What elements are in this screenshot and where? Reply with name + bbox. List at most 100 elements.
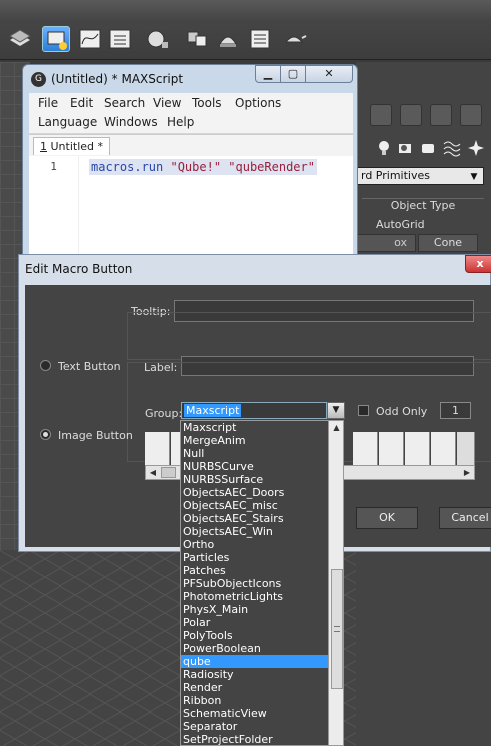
cone-button[interactable]: Cone [418, 234, 478, 252]
ok-button[interactable]: OK [356, 507, 418, 529]
tab-untitled[interactable]: 1 Untitled * [33, 137, 111, 155]
text-button-group [127, 312, 491, 360]
cancel-button[interactable]: Cancel [439, 507, 491, 529]
scroll-thumb[interactable] [331, 569, 343, 689]
object-type-rollout[interactable]: Object Type [362, 198, 484, 214]
group-dropdown[interactable]: Maxscript [181, 402, 327, 419]
dropdown-item[interactable]: Null [181, 447, 328, 460]
material-editor-icon[interactable] [184, 26, 212, 52]
dropdown-item[interactable]: Radiosity [181, 668, 328, 681]
maximize-button[interactable]: ▢ [280, 65, 306, 83]
curve-editor-icon[interactable] [76, 26, 104, 52]
line-number: 1 [29, 156, 79, 265]
menu-options[interactable]: Options [235, 96, 281, 110]
dropdown-item[interactable]: PolyTools [181, 629, 328, 642]
dropdown-item[interactable]: Ribbon [181, 694, 328, 707]
thumbnail-slot[interactable] [145, 432, 170, 465]
display-icon[interactable] [430, 104, 452, 126]
rendered-frame-window-icon[interactable] [246, 26, 274, 52]
menu-language[interactable]: Language [38, 115, 97, 129]
dropdown-item[interactable]: PFSubObjectIcons [181, 577, 328, 590]
box-button[interactable]: ox [356, 234, 416, 252]
thumbnail-slot[interactable] [379, 432, 404, 465]
minimize-button[interactable]: ▁ [255, 65, 281, 83]
dropdown-item[interactable]: Maxscript [181, 421, 328, 434]
dropdown-item[interactable]: PhotometricLights [181, 590, 328, 603]
thumbnail-slot[interactable] [405, 432, 430, 465]
systems-icon[interactable] [466, 138, 486, 158]
dropdown-item[interactable]: Render [181, 681, 328, 694]
odd-only-number[interactable]: 1 [440, 402, 471, 419]
render-teapot-icon[interactable] [280, 26, 308, 52]
scroll-left-icon[interactable]: ◀ [146, 466, 160, 479]
utilities-icon[interactable] [460, 104, 482, 126]
layers-icon[interactable] [6, 26, 34, 52]
thumbnail-slot[interactable] [353, 432, 378, 465]
close-button[interactable]: ✕ [305, 65, 353, 83]
menu-bar: File Edit Search View Tools Options Lang… [29, 93, 353, 133]
menu-edit[interactable]: Edit [70, 96, 93, 110]
dropdown-scrollbar[interactable]: ▲ [328, 421, 343, 745]
autogrid-checkbox[interactable]: AutoGrid [362, 218, 484, 234]
space-warps-icon[interactable] [442, 138, 462, 158]
dropdown-item[interactable]: Separator [181, 720, 328, 733]
odd-only-label: Odd Only [376, 405, 428, 418]
image-button-radio[interactable] [40, 429, 51, 440]
dropdown-item[interactable]: ObjectsAEC_Win [181, 525, 328, 538]
dropdown-item[interactable]: Patches [181, 564, 328, 577]
group-dropdown-items: Maxscript MergeAnim Null NURBSCurve NURBSSur… [181, 421, 328, 745]
menu-search[interactable]: Search [104, 96, 145, 110]
dropdown-item[interactable]: Polar [181, 616, 328, 629]
render-setup-icon[interactable] [214, 26, 242, 52]
menu-help[interactable]: Help [167, 115, 194, 129]
dropdown-item[interactable]: MergeAnim [181, 434, 328, 447]
dropdown-item[interactable]: ObjectsAEC_Doors [181, 486, 328, 499]
chevron-down-icon: ▼ [470, 172, 478, 182]
dialog-title: Edit Macro Button [25, 262, 133, 276]
category-dropdown[interactable]: rd Primitives ▼ [356, 167, 484, 185]
dropdown-item[interactable]: ObjectsAEC_misc [181, 499, 328, 512]
dropdown-item[interactable]: ObjectsAEC_Stairs [181, 512, 328, 525]
scene-explorer-icon[interactable] [42, 26, 70, 52]
window-title: (Untitled) * MAXScript [51, 72, 184, 86]
chevron-down-icon[interactable]: ▼ [327, 402, 345, 419]
odd-only-checkbox[interactable] [358, 405, 369, 416]
schematic-view-icon[interactable] [144, 26, 172, 52]
hierarchy-icon[interactable] [370, 104, 392, 126]
dropdown-item[interactable]: NURBSCurve [181, 460, 328, 473]
dope-sheet-icon[interactable] [106, 26, 134, 52]
toolbar-top-strip [0, 0, 491, 22]
group-dropdown-value: Maxscript [184, 404, 242, 417]
menu-file[interactable]: File [38, 96, 58, 110]
dialog-close-button[interactable]: x [465, 255, 491, 273]
scroll-up-icon[interactable]: ▲ [329, 421, 343, 435]
cameras-icon[interactable] [396, 138, 416, 158]
scroll-grip-icon [334, 626, 340, 632]
text-button-label: Text Button [58, 360, 121, 373]
code-line[interactable]: macros.run "Qube!" "qubeRender" [89, 159, 317, 175]
helpers-icon[interactable] [418, 138, 438, 158]
dropdown-item[interactable]: PhysX_Main [181, 603, 328, 616]
menu-view[interactable]: View [153, 96, 181, 110]
scroll-thumb[interactable] [161, 467, 176, 478]
dropdown-item[interactable]: NURBSSurface [181, 473, 328, 486]
dropdown-item[interactable]: SchematicView [181, 707, 328, 720]
group-dropdown-list[interactable]: Maxscript MergeAnim Null NURBSCurve NURBSSur… [180, 420, 344, 746]
dropdown-item[interactable]: qube [181, 655, 328, 668]
thumbnail-slot[interactable] [431, 432, 456, 465]
text-button-radio[interactable] [40, 360, 51, 371]
menu-windows[interactable]: Windows [104, 115, 158, 129]
dropdown-item[interactable]: SetProjectFolder [181, 733, 328, 745]
thumbnail-slot[interactable] [457, 432, 475, 465]
code-editor[interactable]: 1 macros.run "Qube!" "qubeRender" [29, 156, 353, 265]
main-toolbar [0, 0, 491, 60]
group-label: Group: [145, 407, 183, 420]
scroll-right-icon[interactable]: ▶ [460, 466, 474, 479]
lights-icon[interactable] [374, 138, 394, 158]
motion-icon[interactable] [400, 104, 422, 126]
menu-tools[interactable]: Tools [192, 96, 222, 110]
dropdown-item[interactable]: Ortho [181, 538, 328, 551]
dropdown-item[interactable]: Particles [181, 551, 328, 564]
image-button-label: Image Button [58, 429, 133, 442]
dropdown-item[interactable]: PowerBoolean [181, 642, 328, 655]
